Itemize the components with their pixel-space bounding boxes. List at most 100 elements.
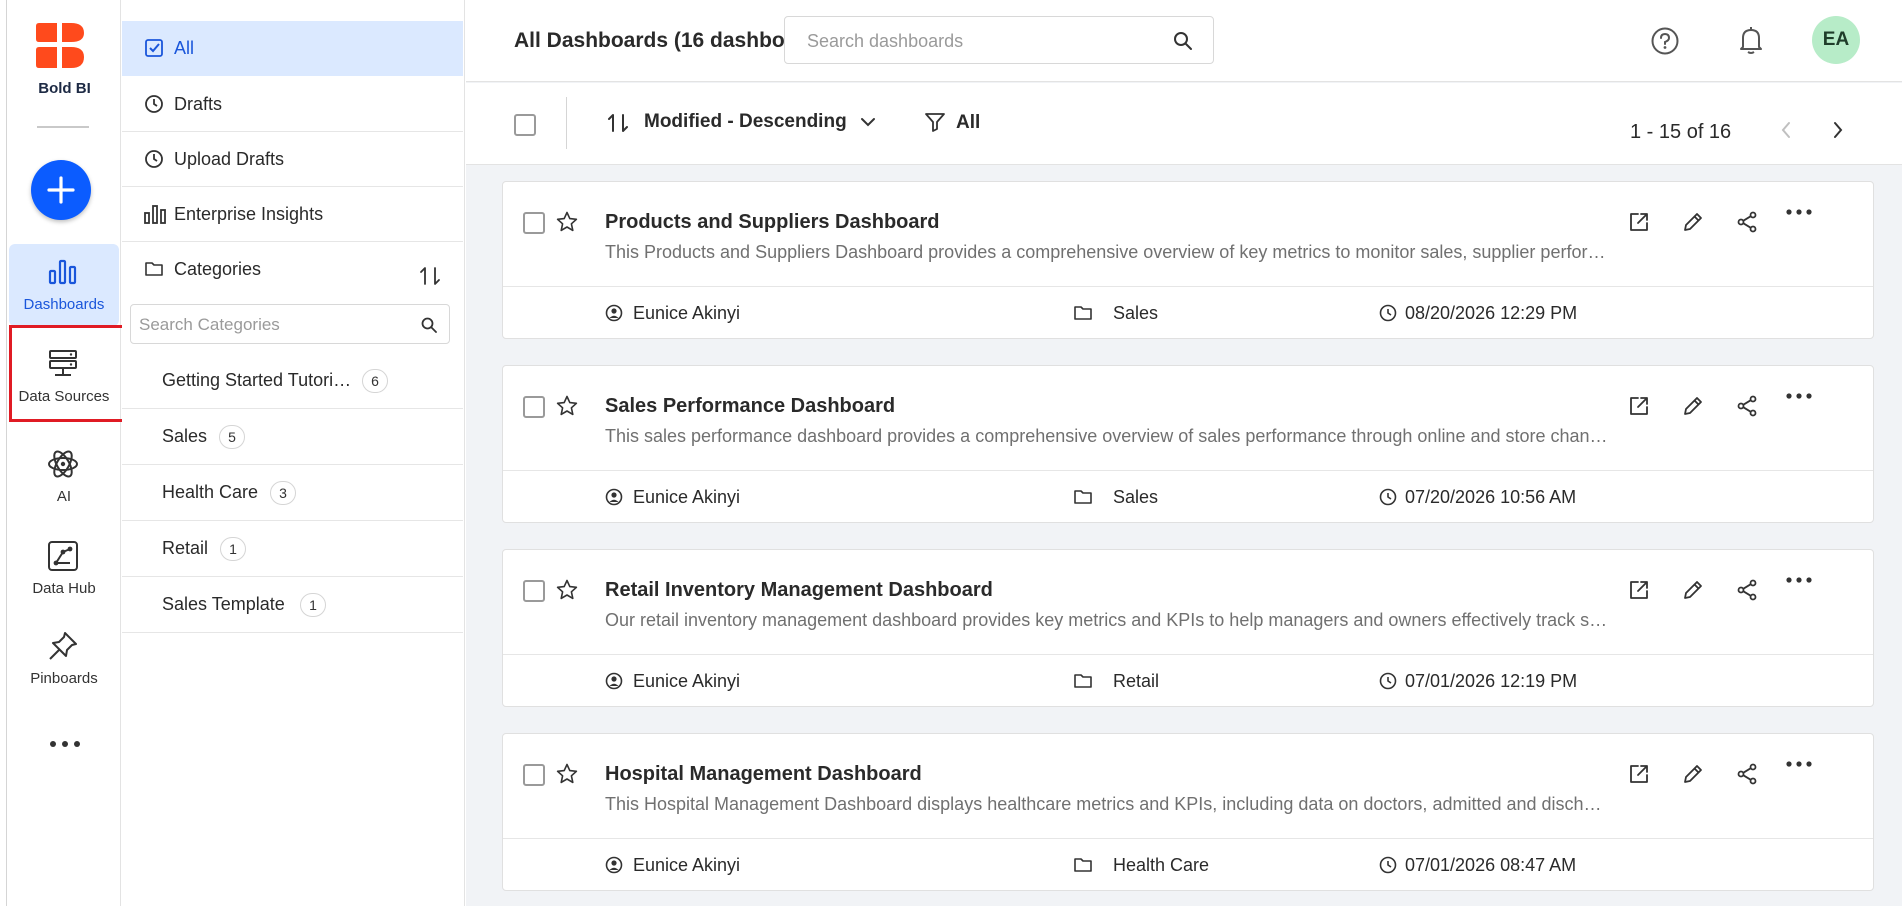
clock-icon xyxy=(1379,672,1397,690)
category-label: Getting Started Tutorials xyxy=(162,370,352,390)
select-all-checkbox[interactable] xyxy=(514,114,536,136)
dashboard-card[interactable]: Hospital Management Dashboard This Hospi… xyxy=(502,733,1874,891)
main-content: All Dashboards (16 dashboards) EA Modifi… xyxy=(466,0,1902,906)
filter-label: All xyxy=(174,38,195,58)
category-label: Sales Template xyxy=(162,594,285,614)
rail-item-label: AI xyxy=(56,488,72,505)
open-external-icon[interactable] xyxy=(1627,210,1651,234)
dashboard-checkbox[interactable] xyxy=(523,580,545,602)
rail-item-label: Pinboards xyxy=(30,670,98,687)
card-divider xyxy=(503,286,1873,287)
category-name: Health Care xyxy=(1113,855,1210,875)
card-divider xyxy=(503,654,1873,655)
category-name: Sales xyxy=(1113,487,1159,507)
star-icon[interactable] xyxy=(555,762,579,786)
category-item[interactable]: Getting Started Tutorials 6 xyxy=(122,353,463,409)
toolbar-divider xyxy=(566,97,567,149)
rail-item-dashboards[interactable]: Dashboards xyxy=(9,244,119,326)
clock-icon xyxy=(1379,488,1397,506)
more-options-icon[interactable] xyxy=(1785,206,1813,218)
share-icon[interactable] xyxy=(1735,210,1759,234)
chevron-down-icon xyxy=(860,116,876,128)
count-badge: 3 xyxy=(270,481,296,505)
dashboard-description: This Products and Suppliers Dashboard pr… xyxy=(605,242,1611,262)
chevron-left-icon[interactable] xyxy=(1780,121,1792,139)
edit-icon[interactable] xyxy=(1681,210,1705,234)
category-item[interactable]: Health Care 3 xyxy=(122,465,463,521)
category-item[interactable]: Sales Template 1 xyxy=(122,577,463,633)
rail-item-ai[interactable]: AI xyxy=(9,436,119,518)
avatar[interactable]: EA xyxy=(1812,16,1860,64)
star-icon[interactable] xyxy=(555,578,579,602)
edit-icon[interactable] xyxy=(1681,394,1705,418)
dashboard-checkbox[interactable] xyxy=(523,396,545,418)
star-icon[interactable] xyxy=(555,210,579,234)
share-icon[interactable] xyxy=(1735,394,1759,418)
dashboard-card[interactable]: Products and Suppliers Dashboard This Pr… xyxy=(502,181,1874,339)
highlight-box xyxy=(9,325,127,422)
category-name: Retail xyxy=(1113,671,1160,691)
share-icon[interactable] xyxy=(1735,762,1759,786)
clock-icon xyxy=(144,94,164,114)
open-external-icon[interactable] xyxy=(1627,578,1651,602)
category-search-input[interactable] xyxy=(139,313,409,337)
count-badge: 1 xyxy=(300,593,326,617)
open-external-icon[interactable] xyxy=(1627,762,1651,786)
top-bar: All Dashboards (16 dashboards) EA xyxy=(466,0,1902,82)
bold-bi-logo-icon xyxy=(35,20,87,72)
edit-icon[interactable] xyxy=(1681,762,1705,786)
filter-upload-drafts[interactable]: Upload Drafts xyxy=(122,132,463,187)
dashboard-search-input[interactable] xyxy=(807,29,1147,53)
pagination-status: 1 - 15 of 16 xyxy=(1630,121,1732,143)
create-button[interactable] xyxy=(31,160,91,220)
open-external-icon[interactable] xyxy=(1627,394,1651,418)
category-name: Sales xyxy=(1113,303,1159,323)
dashboard-title[interactable]: Sales Performance Dashboard xyxy=(605,395,895,418)
dashboard-card[interactable]: Retail Inventory Management Dashboard Ou… xyxy=(502,549,1874,707)
dashboard-checkbox[interactable] xyxy=(523,212,545,234)
more-options-icon[interactable] xyxy=(1785,574,1813,586)
folder-icon xyxy=(1073,488,1093,506)
clock-icon xyxy=(1379,304,1397,322)
search-icon[interactable] xyxy=(421,317,437,333)
user-icon xyxy=(605,488,623,506)
dashboard-title[interactable]: Products and Suppliers Dashboard xyxy=(605,211,940,234)
sort-toggle-icon[interactable] xyxy=(418,264,442,288)
more-options-icon[interactable] xyxy=(1785,390,1813,402)
filter-enterprise-insights[interactable]: Enterprise Insights xyxy=(122,187,463,242)
chevron-right-icon[interactable] xyxy=(1832,121,1844,139)
count-badge: 5 xyxy=(219,425,245,449)
dashboard-title[interactable]: Retail Inventory Management Dashboard xyxy=(605,579,993,602)
sort-icon xyxy=(606,111,630,135)
share-icon[interactable] xyxy=(1735,578,1759,602)
checkbox-checked-icon xyxy=(144,38,164,58)
rail-item-data-hub[interactable]: Data Hub xyxy=(9,528,119,610)
filter-label: Enterprise Insights xyxy=(174,204,324,224)
bell-icon[interactable] xyxy=(1736,24,1766,56)
filter-label: Drafts xyxy=(174,94,223,114)
filter-all[interactable]: All xyxy=(122,21,463,76)
edit-icon[interactable] xyxy=(1681,578,1705,602)
more-options-icon[interactable] xyxy=(1785,758,1813,770)
filter-drafts[interactable]: Drafts xyxy=(122,77,463,132)
help-icon[interactable] xyxy=(1650,26,1680,56)
dashboard-card[interactable]: Sales Performance Dashboard This sales p… xyxy=(502,365,1874,523)
dashboard-checkbox[interactable] xyxy=(523,764,545,786)
modified-date: 07/01/2026 12:19 PM xyxy=(1405,671,1578,691)
modified-date: 07/20/2026 10:56 AM xyxy=(1405,487,1577,507)
category-item[interactable]: Sales 5 xyxy=(122,409,463,465)
category-item[interactable]: Retail 1 xyxy=(122,521,463,577)
search-icon[interactable] xyxy=(1173,31,1193,51)
dashboard-title[interactable]: Hospital Management Dashboard xyxy=(605,763,922,786)
atom-icon xyxy=(47,448,79,480)
more-horizontal-icon[interactable] xyxy=(47,734,83,754)
filter-label: All xyxy=(956,112,981,133)
owner-name: Eunice Akinyi xyxy=(633,487,741,507)
category-label: Health Care xyxy=(162,482,259,502)
rail-item-pinboards[interactable]: Pinboards xyxy=(9,618,119,700)
pin-icon xyxy=(47,630,79,662)
brand-name: Bold BI xyxy=(38,80,91,97)
logo[interactable]: Bold BI xyxy=(7,0,122,118)
folder-icon xyxy=(1073,856,1093,874)
star-icon[interactable] xyxy=(555,394,579,418)
